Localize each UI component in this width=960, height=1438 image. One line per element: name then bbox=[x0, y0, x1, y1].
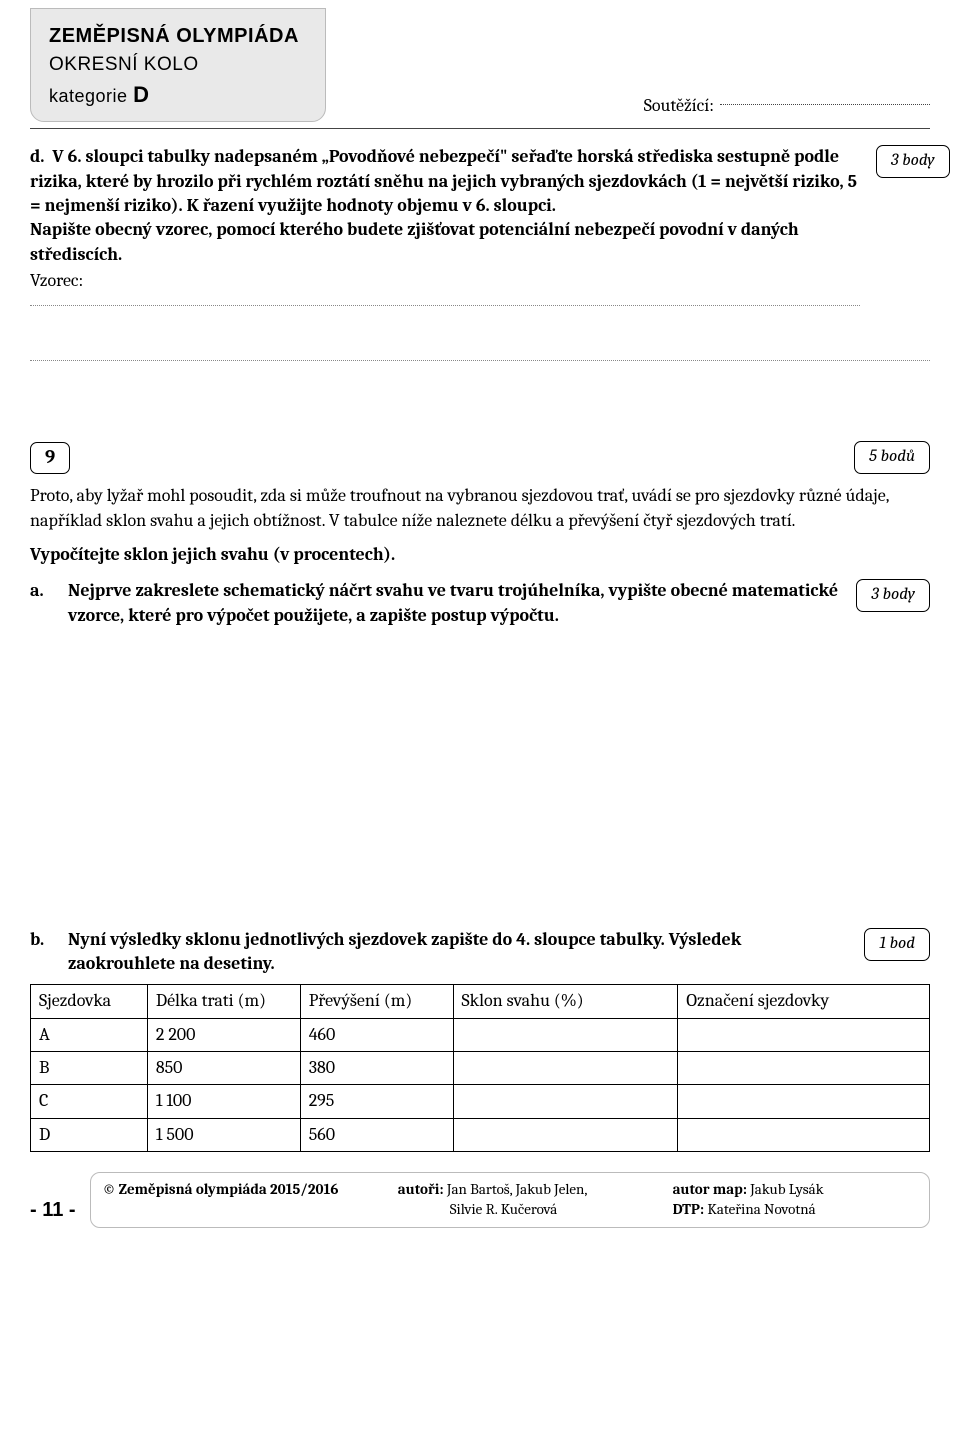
cell-input[interactable] bbox=[453, 1052, 678, 1085]
answer-line[interactable] bbox=[30, 347, 930, 361]
footer: - 11 - © Zeměpisná olympiáda 2015/2016 a… bbox=[30, 1172, 930, 1229]
table-row: D1 500560 bbox=[31, 1118, 930, 1151]
task-d-text: d. V 6. sloupci tabulky nadepsaném „Povo… bbox=[30, 145, 860, 317]
q9-intro: Proto, aby lyžař mohl posoudit, zda si m… bbox=[30, 484, 930, 533]
table-row: A2 200460 bbox=[31, 1018, 930, 1051]
question-number: 9 bbox=[30, 442, 70, 474]
cell-input[interactable] bbox=[678, 1018, 930, 1051]
q9b-text: Nyní výsledky sklonu jednotlivých sjezdo… bbox=[68, 928, 848, 977]
cell-input[interactable] bbox=[678, 1085, 930, 1118]
competitor-field: Soutěžící: bbox=[644, 94, 930, 122]
title-line3: kategorie D bbox=[49, 80, 299, 110]
q9b-prefix: b. bbox=[30, 928, 52, 952]
table-row: C1 100295 bbox=[31, 1085, 930, 1118]
formula-line[interactable] bbox=[30, 305, 860, 306]
points-badge-d: 3 body bbox=[876, 145, 950, 178]
title-line1: ZEMĚPISNÁ OLYMPIÁDA bbox=[49, 23, 299, 50]
cell-input[interactable] bbox=[453, 1018, 678, 1051]
cell-input[interactable] bbox=[453, 1118, 678, 1151]
cell-input[interactable] bbox=[453, 1085, 678, 1118]
q9a-prefix: a. bbox=[30, 579, 52, 603]
competitor-dotline[interactable] bbox=[720, 104, 930, 105]
points-badge-9b: 1 bod bbox=[864, 928, 930, 961]
separator bbox=[30, 128, 930, 129]
points-badge-9a: 3 body bbox=[856, 579, 930, 612]
page-number: - 11 - bbox=[30, 1197, 76, 1228]
table-row: B850380 bbox=[31, 1052, 930, 1085]
cell-input[interactable] bbox=[678, 1052, 930, 1085]
title-line2: OKRESNÍ KOLO bbox=[49, 52, 299, 78]
points-badge-9: 5 bodů bbox=[854, 441, 930, 474]
table-header-row: Sjezdovka Délka trati (m) Převýšení (m) … bbox=[31, 985, 930, 1018]
ski-table: Sjezdovka Délka trati (m) Převýšení (m) … bbox=[30, 984, 930, 1151]
header-box: ZEMĚPISNÁ OLYMPIÁDA OKRESNÍ KOLO kategor… bbox=[30, 8, 326, 122]
q9-intro2: Vypočítejte sklon jejich svahu (v procen… bbox=[30, 543, 930, 567]
q9a-text: Nejprve zakreslete schematický náčrt sva… bbox=[68, 579, 840, 628]
q9a-workspace[interactable] bbox=[30, 628, 930, 928]
cell-input[interactable] bbox=[678, 1118, 930, 1151]
